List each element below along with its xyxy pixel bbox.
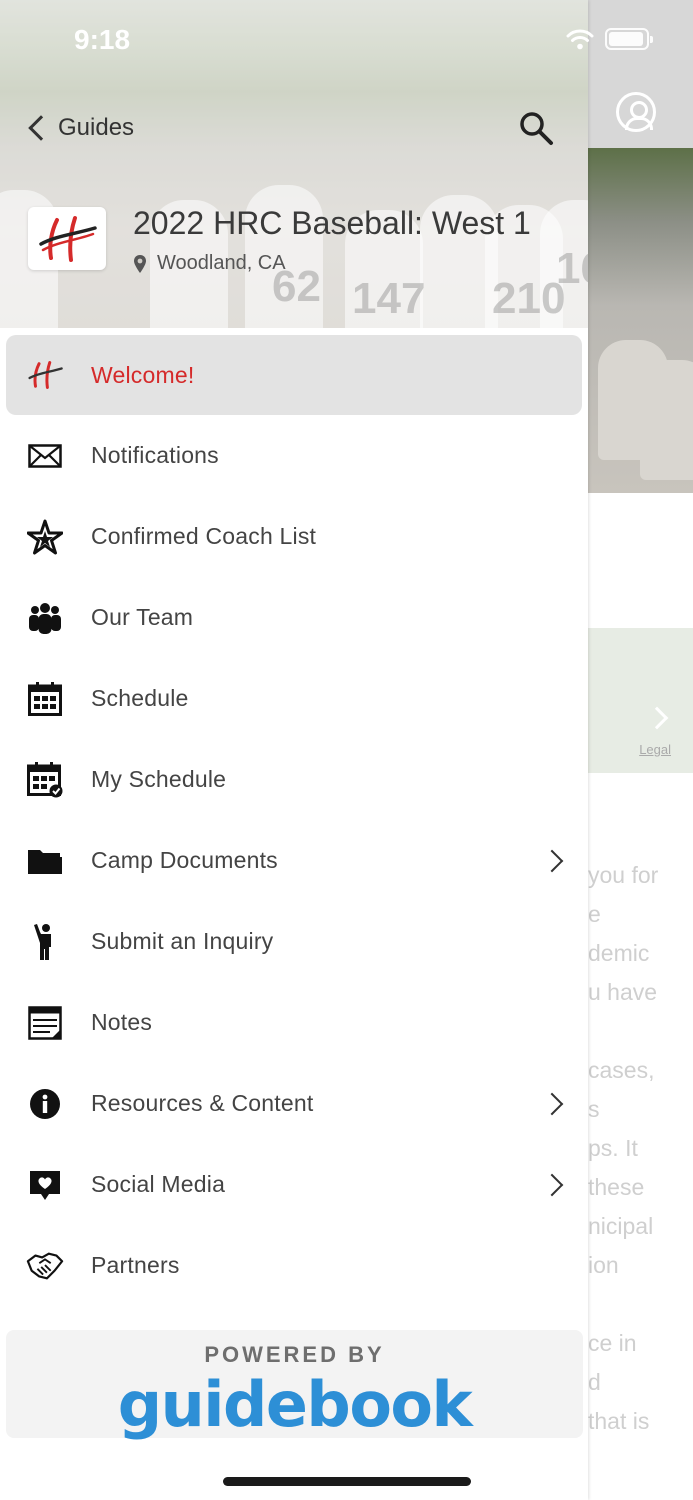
menu-item-confirmed-coach-list[interactable]: Confirmed Coach List (0, 496, 588, 577)
menu-item-schedule[interactable]: Schedule (0, 658, 588, 739)
chevron-right-icon (645, 706, 669, 730)
people-icon (26, 599, 64, 637)
text-line: ps. It (588, 1135, 638, 1161)
powered-by-label: POWERED BY (204, 1342, 385, 1367)
menu-item-my-schedule[interactable]: My Schedule (0, 739, 588, 820)
star-icon (26, 518, 64, 556)
profile-icon[interactable] (616, 92, 656, 132)
back-button[interactable]: Guides (26, 110, 134, 146)
text-line (588, 1285, 693, 1324)
menu-item-welcome[interactable]: Welcome! (6, 335, 582, 415)
menu-item-submit-an-inquiry[interactable]: Submit an Inquiry (0, 901, 588, 982)
text-line: u have (588, 979, 658, 1005)
menu-item-label: My Schedule (91, 766, 227, 792)
menu-item-label: Resources & Content (91, 1090, 314, 1116)
menu-item-label: Submit an Inquiry (91, 928, 274, 954)
search-icon[interactable] (518, 110, 554, 146)
menu-item-label: Camp Documents (91, 847, 278, 873)
text-line: that is (588, 1408, 650, 1434)
menu-item-notes[interactable]: Notes (0, 982, 588, 1063)
powered-by-guidebook-banner[interactable]: POWERED BY guidebook (6, 1330, 583, 1441)
menu-item-label: Notes (91, 1009, 153, 1035)
text-line (588, 1012, 693, 1051)
text-line: s (588, 1096, 600, 1122)
menu-item-partners[interactable]: Partners (0, 1225, 588, 1306)
text-line: cases, (588, 1057, 655, 1083)
hrc-logo-icon (39, 215, 97, 262)
status-time: 9:18 (74, 24, 131, 55)
notepad-icon (26, 1004, 64, 1042)
map-pin-icon (134, 254, 146, 273)
menu-item-label: Schedule (91, 685, 189, 711)
envelope-icon (26, 437, 64, 475)
chevron-right-icon (540, 849, 564, 872)
menu-item-resources-content[interactable]: Resources & Content (0, 1063, 588, 1144)
wifi-icon (566, 29, 594, 50)
text-line: d (588, 1369, 601, 1395)
location-label: Woodland, CA (157, 252, 286, 274)
menu-item-label: Confirmed Coach List (91, 523, 317, 549)
hrc-logo-icon (26, 356, 64, 394)
guide-location: Woodland, CA (133, 252, 286, 275)
calendar-icon (26, 680, 64, 718)
background-map[interactable]: Legal (588, 628, 693, 773)
menu-item-label: Notifications (91, 442, 219, 468)
menu-item-label: Our Team (91, 604, 194, 630)
navigation-drawer: 62 147 210 16 Guides 2022 HRC Baseball: … (0, 0, 588, 1500)
menu-item-label: Welcome! (91, 361, 195, 388)
legal-link[interactable]: Legal (639, 742, 671, 757)
heart-chat-icon (26, 1166, 64, 1204)
background-body-text: you for e demic u have cases, s ps. It t… (588, 856, 693, 1441)
menu-list: Welcome! Notifications Confirmed Coach L… (0, 335, 588, 1306)
menu-item-camp-documents[interactable]: Camp Documents (0, 820, 588, 901)
menu-item-label: Social Media (91, 1171, 226, 1197)
text-line: ce in (588, 1330, 637, 1356)
menu-item-label: Partners (91, 1252, 180, 1278)
folder-icon (26, 842, 64, 880)
chevron-left-icon (28, 115, 54, 141)
person-raising-hand-icon (26, 923, 64, 961)
menu-item-notifications[interactable]: Notifications (0, 415, 588, 496)
battery-icon (605, 28, 653, 50)
menu-item-social-media[interactable]: Social Media (0, 1144, 588, 1225)
text-line: e (588, 901, 601, 927)
text-line: you for (588, 862, 659, 888)
text-line: these (588, 1174, 645, 1200)
handshake-icon (26, 1247, 64, 1285)
text-line: nicipal (588, 1213, 654, 1239)
calendar-check-icon (26, 761, 64, 799)
info-icon (26, 1085, 64, 1123)
menu-item-our-team[interactable]: Our Team (0, 577, 588, 658)
text-line: demic (588, 940, 650, 966)
home-indicator[interactable] (223, 1477, 471, 1486)
chevron-right-icon (540, 1173, 564, 1196)
guide-logo (28, 207, 106, 270)
guidebook-logo: guidebook (117, 1368, 473, 1441)
chevron-right-icon (540, 1092, 564, 1115)
text-line: ion (588, 1252, 619, 1278)
back-label: Guides (58, 114, 135, 141)
guide-title: 2022 HRC Baseball: West 1 (133, 205, 531, 241)
